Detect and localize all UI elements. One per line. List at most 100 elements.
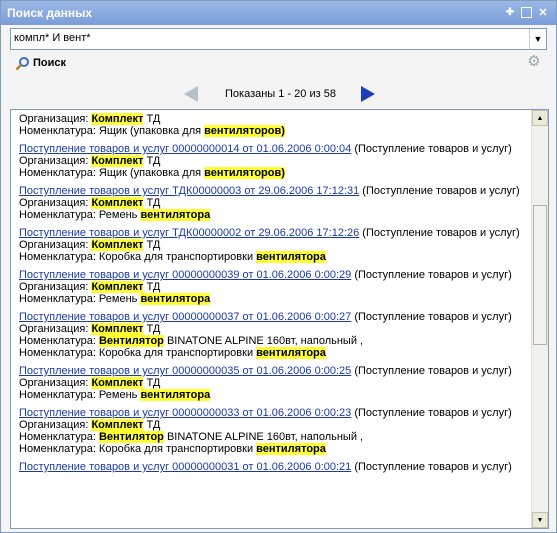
detail-text: Организация: xyxy=(19,323,92,335)
result-header: Поступление товаров и услуг 00000000033 … xyxy=(19,407,526,419)
search-button[interactable]: Поиск xyxy=(15,54,66,72)
result-detail-line: Номенклатура: Ремень вентилятора xyxy=(19,209,526,221)
result-header: Поступление товаров и услуг ТДК00000002 … xyxy=(19,227,526,239)
detail-text: ТД xyxy=(143,113,161,125)
detail-text: Организация: xyxy=(19,113,92,125)
highlighted-match: Комплект xyxy=(91,377,144,389)
detail-text: ТД xyxy=(143,239,161,251)
highlighted-match: вентиляторов) xyxy=(204,167,285,179)
title-buttons: ✚ ✕ xyxy=(503,6,550,20)
results-panel: Организация: Комплект ТД Номенклатура: Ящ… xyxy=(10,109,549,529)
result-header: Поступление товаров и услуг ТДК00000003 … xyxy=(19,185,526,197)
result-detail-line: Номенклатура: Вентилятор BINATONE ALPINE… xyxy=(19,335,526,347)
detail-text: BINATONE ALPINE 160вт, напольный , xyxy=(163,335,364,347)
highlighted-match: вентилятора xyxy=(256,347,326,359)
document-link[interactable]: Поступление товаров и услуг 00000000037 … xyxy=(19,311,351,323)
results-list: Организация: Комплект ТД Номенклатура: Ящ… xyxy=(11,110,529,479)
vertical-scrollbar[interactable]: ▲ ▼ xyxy=(531,110,548,528)
document-type: (Поступление товаров и услуг) xyxy=(351,269,512,281)
result-detail-line: Организация: Комплект ТД xyxy=(19,419,526,431)
result-detail-line: Организация: Комплект ТД xyxy=(19,113,526,125)
result-header: Поступление товаров и услуг 00000000035 … xyxy=(19,365,526,377)
detail-text: BINATONE ALPINE 160вт, напольный , xyxy=(163,431,364,443)
detail-text: ТД xyxy=(143,323,161,335)
detail-text: Номенклатура: Ремень xyxy=(19,293,141,305)
detail-text: ТД xyxy=(143,377,161,389)
highlighted-match: вентилятора xyxy=(140,293,211,305)
detail-text: Организация: xyxy=(19,281,92,293)
scroll-up-button[interactable]: ▲ xyxy=(532,110,548,126)
result-item: Поступление товаров и услуг 00000000037 … xyxy=(11,311,529,359)
document-link[interactable]: Поступление товаров и услуг ТДК00000003 … xyxy=(19,185,359,197)
detail-text: ТД xyxy=(143,155,161,167)
result-detail-line: Номенклатура: Вентилятор BINATONE ALPINE… xyxy=(19,431,526,443)
scroll-thumb[interactable] xyxy=(533,204,547,345)
detail-text: Номенклатура: xyxy=(19,335,99,347)
document-link[interactable]: Поступление товаров и услуг ТДК00000002 … xyxy=(19,227,359,239)
highlighted-match: вентилятора xyxy=(256,443,326,455)
result-header: Поступление товаров и услуг 00000000037 … xyxy=(19,311,526,323)
result-detail-line: Номенклатура: Коробка для транспортировк… xyxy=(19,443,526,455)
result-detail-line: Организация: Комплект ТД xyxy=(19,323,526,335)
pin-icon[interactable]: ✚ xyxy=(503,6,517,20)
result-item: Поступление товаров и услуг 00000000014 … xyxy=(11,143,529,179)
title-bar: Поиск данных ✚ ✕ xyxy=(1,1,556,25)
highlighted-match: Комплект xyxy=(91,419,144,431)
document-type: (Поступление товаров и услуг) xyxy=(351,461,512,473)
highlighted-match: Вентилятор xyxy=(98,335,164,347)
document-link[interactable]: Поступление товаров и услуг 00000000039 … xyxy=(19,269,351,281)
result-item: Поступление товаров и услуг ТДК00000002 … xyxy=(11,227,529,263)
document-type: (Поступление товаров и услуг) xyxy=(351,407,512,419)
search-window: Поиск данных ✚ ✕ ▼ Поиск ⚙ Показаны 1 - … xyxy=(0,0,557,533)
detail-text: Организация: xyxy=(19,197,92,209)
arrow-right-icon[interactable] xyxy=(361,86,375,102)
detail-text: Номенклатура: Коробка для транспортировк… xyxy=(19,251,257,263)
detail-text: Номенклатура: xyxy=(19,431,99,443)
result-item: Поступление товаров и услуг 00000000031 … xyxy=(11,461,529,473)
detail-text: Номенклатура: Ящик (упаковка для xyxy=(19,167,205,179)
chevron-down-icon: ▼ xyxy=(533,34,543,44)
result-detail-line: Номенклатура: Коробка для транспортировк… xyxy=(19,347,526,359)
search-button-label: Поиск xyxy=(33,57,67,69)
highlighted-match: вентилятора xyxy=(140,209,211,221)
search-input[interactable] xyxy=(11,29,527,47)
result-detail-line: Номенклатура: Ящик (упаковка для вентиля… xyxy=(19,125,526,137)
highlighted-match: Комплект xyxy=(91,197,144,209)
pagination-status: Показаны 1 - 20 из 58 xyxy=(225,88,336,100)
document-link[interactable]: Поступление товаров и услуг 00000000033 … xyxy=(19,407,351,419)
result-item: Поступление товаров и услуг 00000000039 … xyxy=(11,269,529,305)
detail-text: Номенклатура: Ремень xyxy=(19,389,141,401)
scroll-down-button[interactable]: ▼ xyxy=(532,512,548,528)
highlighted-match: Комплект xyxy=(91,281,144,293)
result-detail-line: Номенклатура: Ящик (упаковка для вентиля… xyxy=(19,167,526,179)
magnifier-icon xyxy=(15,56,29,70)
document-link[interactable]: Поступление товаров и услуг 00000000035 … xyxy=(19,365,351,377)
detail-text: Номенклатура: Ящик (упаковка для xyxy=(19,125,205,137)
highlighted-match: вентилятора xyxy=(140,389,211,401)
close-icon[interactable]: ✕ xyxy=(536,6,550,20)
detail-text: Организация: xyxy=(19,377,92,389)
gear-icon[interactable]: ⚙ xyxy=(526,54,542,70)
detail-text: Организация: xyxy=(19,419,92,431)
result-item: Поступление товаров и услуг 00000000033 … xyxy=(11,407,529,455)
document-link[interactable]: Поступление товаров и услуг 00000000014 … xyxy=(19,143,351,155)
result-detail-line: Организация: Комплект ТД xyxy=(19,281,526,293)
highlighted-match: Комплект xyxy=(91,323,144,335)
window-title: Поиск данных xyxy=(7,6,93,20)
search-field[interactable]: ▼ xyxy=(10,28,547,50)
result-detail-line: Номенклатура: Ремень вентилятора xyxy=(19,293,526,305)
result-detail-line: Организация: Комплект ТД xyxy=(19,377,526,389)
dropdown-button[interactable]: ▼ xyxy=(529,29,546,49)
detail-text: Номенклатура: Коробка для транспортировк… xyxy=(19,443,257,455)
document-type: (Поступление товаров и услуг) xyxy=(351,311,512,323)
maximize-icon[interactable] xyxy=(521,7,532,18)
document-link[interactable]: Поступление товаров и услуг 00000000031 … xyxy=(19,461,351,473)
highlighted-match: вентилятора xyxy=(256,251,326,263)
arrow-left-icon[interactable] xyxy=(184,86,198,102)
result-detail-line: Номенклатура: Ремень вентилятора xyxy=(19,389,526,401)
result-detail-line: Номенклатура: Коробка для транспортировк… xyxy=(19,251,526,263)
detail-text: Номенклатура: Коробка для транспортировк… xyxy=(19,347,257,359)
highlighted-match: Комплект xyxy=(91,113,144,125)
result-detail-line: Организация: Комплект ТД xyxy=(19,155,526,167)
highlighted-match: Комплект xyxy=(91,239,144,251)
